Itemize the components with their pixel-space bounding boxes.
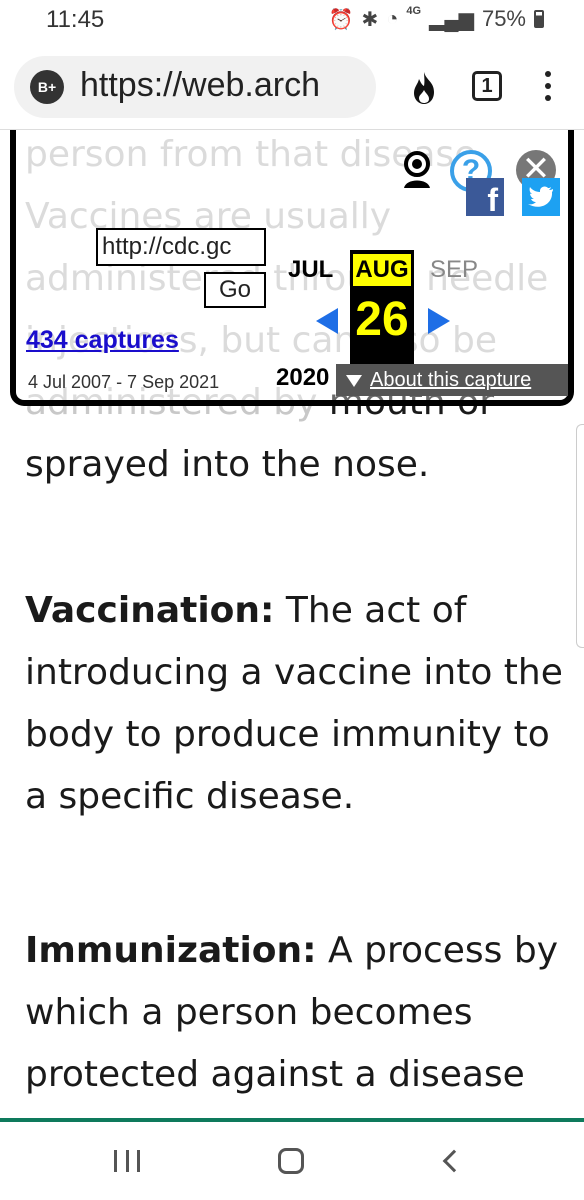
current-day: 26 — [355, 293, 409, 346]
network-type: 4G — [406, 5, 422, 17]
browser-toolbar: B+ https://web.arch 1 — [0, 44, 584, 130]
scrollbar-thumb[interactable] — [576, 424, 584, 648]
prev-month-link[interactable]: JUL — [288, 256, 333, 284]
tab-count-icon[interactable]: 1 — [472, 71, 502, 101]
current-month: AUG — [353, 254, 411, 286]
site-badge-icon[interactable]: B+ — [30, 70, 64, 104]
prev-capture-arrow-icon[interactable] — [316, 308, 338, 334]
fire-icon[interactable] — [408, 70, 440, 106]
captures-link[interactable]: 434 captures — [26, 326, 179, 355]
status-icons: ⏰ ✱ ◔ 4G ▂▄▆ 75% — [328, 5, 544, 32]
next-month-link[interactable]: SEP — [430, 256, 478, 284]
next-capture-arrow-icon[interactable] — [428, 308, 450, 334]
back-icon[interactable] — [442, 1149, 466, 1173]
about-capture-button[interactable]: About this capture — [336, 364, 568, 396]
status-time: 11:45 — [46, 6, 105, 33]
user-icon[interactable] — [400, 150, 434, 190]
term-vaccination: Vaccination: — [25, 590, 275, 631]
battery-icon — [534, 10, 544, 28]
wayback-banner: ? ✕ f http://cdc.gc Go 434 captures 4 Ju… — [10, 130, 574, 406]
twitter-icon[interactable] — [522, 178, 560, 216]
facebook-icon[interactable]: f — [466, 178, 504, 218]
url-text[interactable]: https://web.arch — [80, 66, 320, 105]
android-nav-bar — [0, 1122, 584, 1200]
bluetooth-icon: ✱ — [361, 8, 379, 31]
capture-date-range: 4 Jul 2007 - 7 Sep 2021 — [28, 372, 220, 392]
wayback-url-input[interactable]: http://cdc.gc — [96, 228, 266, 266]
alarm-icon: ⏰ — [328, 8, 354, 31]
home-icon[interactable] — [278, 1148, 304, 1174]
battery-percent: 75% — [481, 6, 526, 31]
term-immunization: Immunization: — [25, 930, 317, 971]
paragraph-immunization: Immunization: A process by which a perso… — [25, 920, 565, 1106]
wifi-icon: ◔ — [386, 7, 399, 30]
go-button[interactable]: Go — [204, 272, 266, 308]
more-menu-icon[interactable] — [540, 68, 556, 108]
status-bar: 11:45 ⏰ ✱ ◔ 4G ▂▄▆ 75% — [0, 0, 584, 44]
address-bar[interactable]: B+ https://web.arch — [14, 56, 376, 118]
paragraph-vaccination: Vaccination: The act of introducing a va… — [25, 580, 565, 828]
recents-icon[interactable] — [114, 1150, 140, 1172]
about-capture-label: About this capture — [370, 369, 532, 391]
caret-down-icon — [346, 375, 362, 387]
current-capture-calendar: AUG 26 — [350, 250, 414, 372]
current-year: 2020 — [276, 364, 330, 391]
signal-icon: ▂▄▆ — [429, 8, 474, 31]
